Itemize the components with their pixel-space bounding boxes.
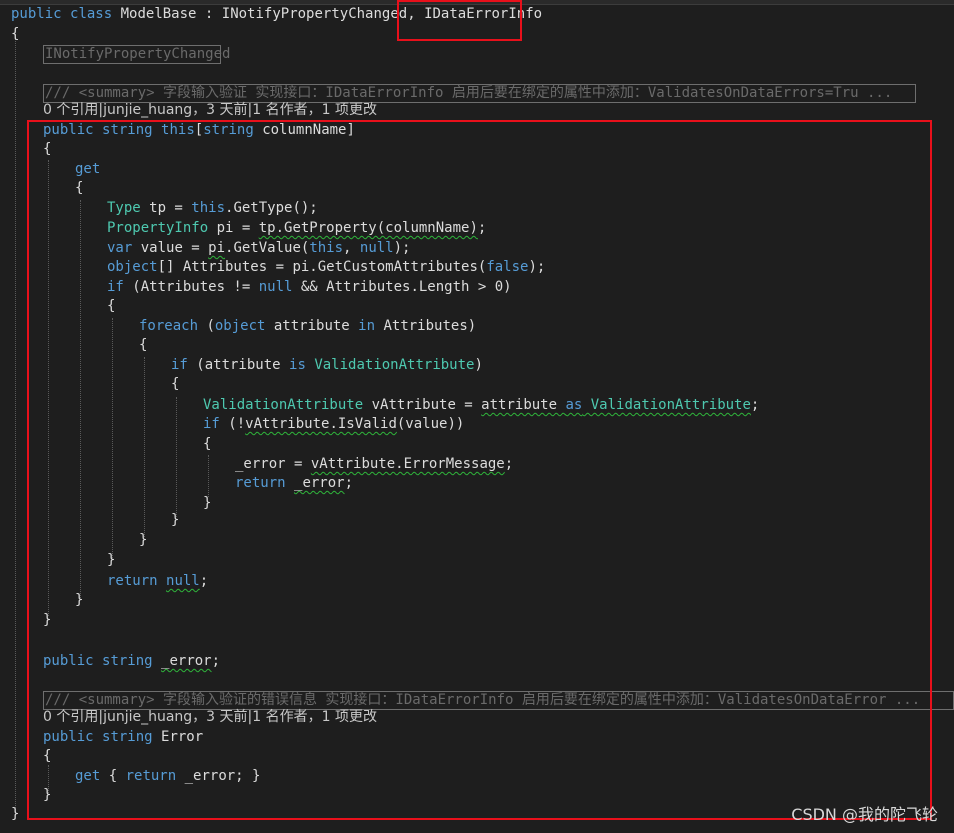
class-close-brace: } bbox=[11, 806, 20, 822]
keyword: public bbox=[11, 6, 62, 22]
interface-highlight-box bbox=[397, 0, 522, 41]
class-name: ModelBase bbox=[120, 6, 197, 22]
indexer-highlight-box bbox=[27, 120, 932, 820]
keyword: class bbox=[70, 6, 113, 22]
codelens-info[interactable]: 0 个引用|junjie_huang，3 天前|1 名作者，1 项更改 bbox=[43, 100, 377, 120]
indent-guide bbox=[15, 34, 16, 812]
punctuation: : bbox=[196, 6, 222, 22]
collapsed-region-label: INotifyPropertyChanged bbox=[45, 46, 231, 62]
watermark: CSDN @我的陀飞轮 bbox=[791, 805, 938, 824]
interface-name: INotifyPropertyChanged bbox=[221, 6, 408, 22]
class-open-brace: { bbox=[11, 26, 20, 42]
